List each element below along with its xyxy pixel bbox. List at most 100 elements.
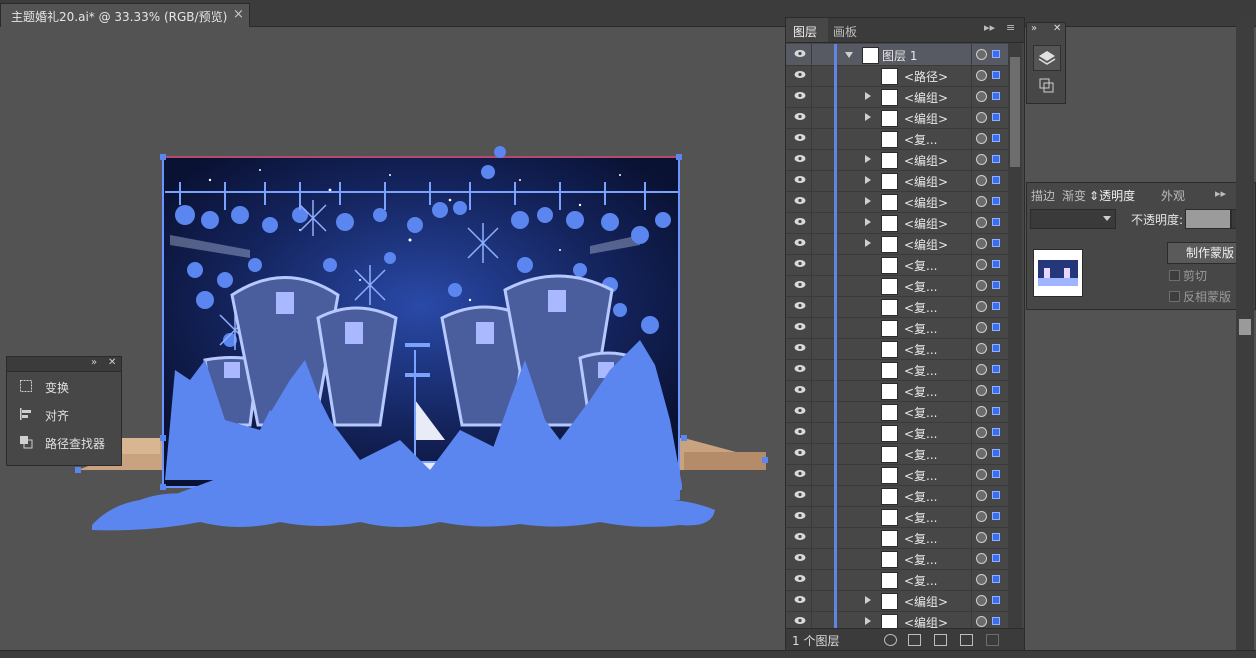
layer-row[interactable]: <复... (786, 485, 1008, 507)
layers-scrollbar[interactable] (1008, 43, 1022, 628)
lock-toggle[interactable] (811, 338, 812, 359)
expand-triangle-icon[interactable] (865, 596, 871, 604)
lock-toggle[interactable] (811, 149, 812, 170)
lock-toggle[interactable] (811, 590, 812, 611)
layer-row[interactable]: <编组> (786, 170, 1008, 192)
selection-indicator[interactable] (992, 176, 1000, 184)
layer-row-top[interactable]: 图层 1 (786, 44, 1008, 66)
invert-mask-checkbox[interactable] (1169, 291, 1180, 302)
target-circle-icon[interactable] (976, 385, 987, 396)
layer-row[interactable]: <复... (786, 443, 1008, 465)
visibility-eye-icon[interactable] (794, 322, 806, 331)
expand-triangle-icon[interactable] (865, 218, 871, 226)
visibility-eye-icon[interactable] (794, 490, 806, 499)
selection-indicator[interactable] (992, 71, 1000, 79)
close-icon[interactable]: ✕ (108, 357, 116, 368)
expand-triangle-icon[interactable] (865, 197, 871, 205)
target-circle-icon[interactable] (976, 112, 987, 123)
visibility-eye-icon[interactable] (794, 49, 806, 58)
lock-toggle[interactable] (811, 506, 812, 527)
layer-row[interactable]: <复... (786, 548, 1008, 570)
target-circle-icon[interactable] (976, 616, 987, 627)
tab-gradient[interactable]: 渐变 (1062, 187, 1086, 204)
expand-triangle-icon[interactable] (865, 113, 871, 121)
layer-row[interactable]: <编组> (786, 590, 1008, 612)
clip-checkbox[interactable] (1169, 270, 1180, 281)
tab-layers[interactable]: 图层 (793, 23, 817, 40)
selection-indicator[interactable] (992, 449, 1000, 457)
visibility-eye-icon[interactable] (794, 553, 806, 562)
visibility-eye-icon[interactable] (794, 175, 806, 184)
locate-object-icon[interactable] (884, 634, 897, 646)
target-circle-icon[interactable] (976, 49, 987, 60)
canvas-vertical-scrollbar[interactable] (1236, 22, 1254, 650)
visibility-eye-icon[interactable] (794, 301, 806, 310)
selection-indicator[interactable] (992, 155, 1000, 163)
visibility-eye-icon[interactable] (794, 343, 806, 352)
selection-indicator[interactable] (992, 197, 1000, 205)
layer-row[interactable]: <复... (786, 506, 1008, 528)
pathfinder-item[interactable]: 路径查找器 (7, 428, 121, 456)
expand-triangle-icon[interactable] (865, 617, 871, 625)
artboard-artwork[interactable] (0, 0, 780, 560)
visibility-eye-icon[interactable] (794, 154, 806, 163)
layers-dock-button[interactable] (1033, 45, 1061, 71)
lock-toggle[interactable] (811, 65, 812, 86)
target-circle-icon[interactable] (976, 490, 987, 501)
visibility-eye-icon[interactable] (794, 133, 806, 142)
target-circle-icon[interactable] (976, 574, 987, 585)
layer-row[interactable]: <编组> (786, 107, 1008, 129)
layer-row[interactable]: <编组> (786, 149, 1008, 171)
target-circle-icon[interactable] (976, 217, 987, 228)
target-circle-icon[interactable] (976, 280, 987, 291)
selection-indicator[interactable] (992, 365, 1000, 373)
selection-indicator[interactable] (992, 554, 1000, 562)
target-circle-icon[interactable] (976, 364, 987, 375)
lock-toggle[interactable] (811, 401, 812, 422)
selection-indicator[interactable] (992, 596, 1000, 604)
make-clipping-mask-icon[interactable] (908, 634, 921, 646)
selection-indicator[interactable] (992, 386, 1000, 394)
visibility-eye-icon[interactable] (794, 217, 806, 226)
selection-indicator[interactable] (992, 134, 1000, 142)
selection-indicator[interactable] (992, 281, 1000, 289)
expand-triangle-icon[interactable] (865, 239, 871, 247)
lock-toggle[interactable] (811, 359, 812, 380)
transform-item[interactable]: 变换 (7, 372, 121, 400)
visibility-eye-icon[interactable] (794, 280, 806, 289)
selection-indicator[interactable] (992, 113, 1000, 121)
selection-indicator[interactable] (992, 218, 1000, 226)
target-circle-icon[interactable] (976, 343, 987, 354)
lock-toggle[interactable] (811, 422, 812, 443)
visibility-eye-icon[interactable] (794, 595, 806, 604)
selection-indicator[interactable] (992, 428, 1000, 436)
collapse-icon[interactable]: ▸▸ (1215, 187, 1226, 200)
visibility-eye-icon[interactable] (794, 469, 806, 478)
selection-indicator[interactable] (992, 491, 1000, 499)
target-circle-icon[interactable] (976, 469, 987, 480)
visibility-eye-icon[interactable] (794, 70, 806, 79)
target-circle-icon[interactable] (976, 196, 987, 207)
layer-row[interactable]: <路径> (786, 65, 1008, 87)
lock-toggle[interactable] (811, 464, 812, 485)
tab-artboards[interactable]: 画板 (833, 23, 857, 40)
layer-row[interactable]: <复... (786, 338, 1008, 360)
lock-toggle[interactable] (811, 44, 812, 65)
new-sublayer-icon[interactable] (934, 634, 947, 646)
lock-toggle[interactable] (811, 317, 812, 338)
tab-stroke[interactable]: 描边 (1031, 187, 1055, 204)
target-circle-icon[interactable] (976, 322, 987, 333)
layer-row[interactable]: <复... (786, 380, 1008, 402)
selection-indicator[interactable] (992, 92, 1000, 100)
target-circle-icon[interactable] (976, 448, 987, 459)
visibility-eye-icon[interactable] (794, 511, 806, 520)
target-circle-icon[interactable] (976, 175, 987, 186)
layer-row[interactable]: <复... (786, 527, 1008, 549)
target-circle-icon[interactable] (976, 259, 987, 270)
lock-toggle[interactable] (811, 170, 812, 191)
visibility-eye-icon[interactable] (794, 364, 806, 373)
target-circle-icon[interactable] (976, 595, 987, 606)
layer-row[interactable]: <复... (786, 254, 1008, 276)
layer-row[interactable]: <复... (786, 422, 1008, 444)
layer-row[interactable]: <编组> (786, 233, 1008, 255)
